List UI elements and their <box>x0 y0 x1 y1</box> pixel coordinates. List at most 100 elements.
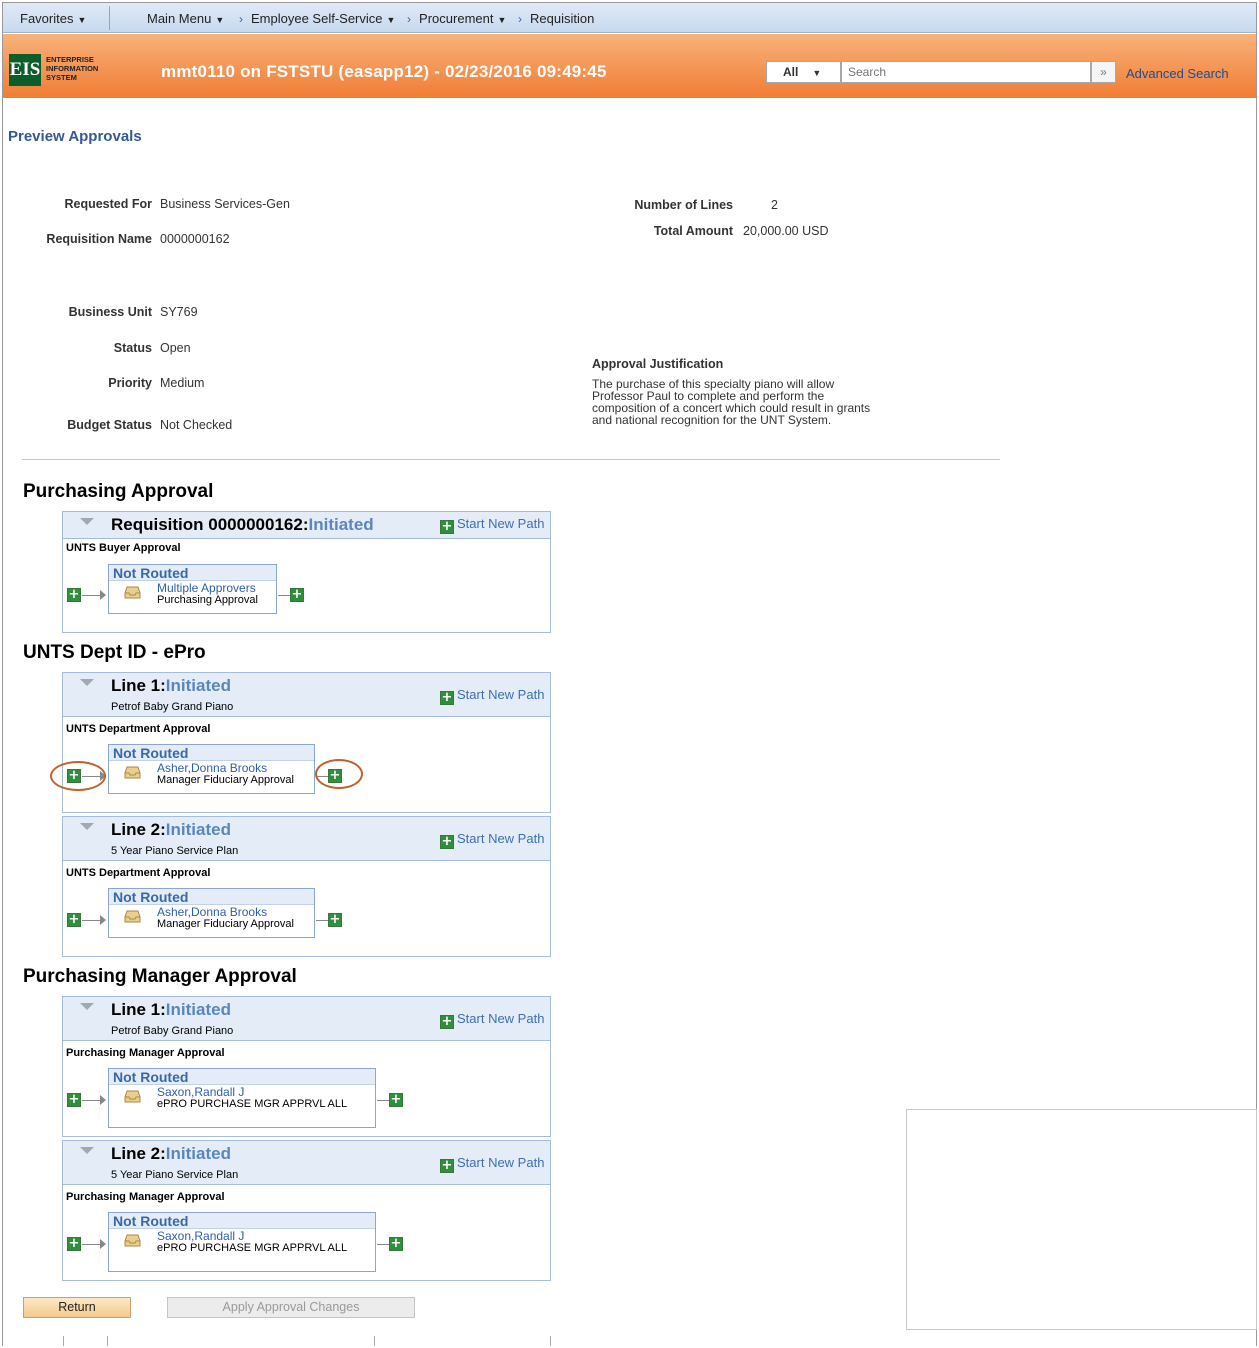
insert-after-plus-icon[interactable]: + <box>328 913 342 927</box>
collapse-triangle-icon[interactable] <box>80 518 94 525</box>
plus-icon: + <box>440 690 454 705</box>
insert-before-plus-icon[interactable]: + <box>67 913 81 927</box>
chevron-down-icon: ▼ <box>386 15 396 25</box>
plus-icon: + <box>440 519 454 534</box>
approval-box-title: Line 2:Initiated <box>111 1144 231 1163</box>
insert-after-plus-icon[interactable]: + <box>290 588 304 602</box>
line-description: Petrof Baby Grand Piano <box>111 1025 234 1037</box>
total-amount-label: Total Amount <box>653 224 733 238</box>
plus-icon: + <box>440 834 454 849</box>
number-of-lines-value: 2 <box>771 198 778 212</box>
approver-name-link[interactable]: Asher,Donna Brooks <box>157 905 267 919</box>
section-title-purchasing-manager-approval: Purchasing Manager Approval <box>23 966 297 987</box>
collapse-triangle-icon[interactable] <box>80 679 94 686</box>
arrow-head-icon <box>100 590 106 600</box>
approver-node: Not Routed Multiple Approvers Purchasing… <box>108 564 277 614</box>
chevron-right-icon: › <box>239 12 243 26</box>
page-title: Preview Approvals <box>8 128 142 145</box>
approval-box-header: Line 1:Initiated Petrof Baby Grand Piano… <box>63 997 550 1041</box>
insert-before-plus-icon[interactable]: + <box>67 1093 81 1107</box>
approval-box-title: Line 1:Initiated <box>111 1000 231 1019</box>
approval-box-title: Line 1:Initiated <box>111 676 231 695</box>
arrow-head-icon <box>100 1239 106 1249</box>
section-title-unts-dept-id: UNTS Dept ID - ePro <box>23 642 206 663</box>
breadcrumb-employee-self-service[interactable]: Employee Self-Service ▼ <box>251 11 395 26</box>
approver-role: Purchasing Approval <box>157 594 258 606</box>
divider-tick <box>374 1336 375 1346</box>
node-status: Not Routed <box>109 1213 375 1229</box>
breadcrumb: › Employee Self-Service ▼ › Procurement ▼ › R… <box>231 11 594 26</box>
budget-status-value: Not Checked <box>160 418 233 432</box>
approval-justification-label: Approval Justification <box>592 357 724 371</box>
breadcrumb-procurement[interactable]: Procurement ▼ <box>419 11 506 26</box>
approver-name-link[interactable]: Saxon,Randall J <box>157 1229 244 1243</box>
flow-line <box>278 595 290 596</box>
step-label: UNTS Department Approval <box>66 867 211 879</box>
start-new-path-link[interactable]: + Start New Path <box>440 1011 544 1029</box>
collapse-triangle-icon[interactable] <box>80 1003 94 1010</box>
start-new-path-link[interactable]: + Start New Path <box>440 1155 544 1173</box>
start-new-path-link[interactable]: + Start New Path <box>440 831 544 849</box>
insert-before-plus-icon[interactable]: + <box>67 588 81 602</box>
search-go-button[interactable]: » <box>1091 61 1116 83</box>
start-new-path-link[interactable]: + Start New Path <box>440 687 544 705</box>
collapse-triangle-icon[interactable] <box>80 823 94 830</box>
chevron-down-icon: ▼ <box>77 15 87 25</box>
arrow-head-icon <box>100 915 106 925</box>
requisition-name-value: 0000000162 <box>160 232 230 246</box>
approver-role: Manager Fiduciary Approval <box>157 774 294 786</box>
chevron-down-icon: ▼ <box>215 15 225 25</box>
number-of-lines-label: Number of Lines <box>634 198 733 212</box>
approver-name-link[interactable]: Multiple Approvers <box>157 581 256 595</box>
approver-node: Not Routed Saxon,Randall J ePRO PURCHASE… <box>108 1068 376 1128</box>
plus-icon: + <box>440 1158 454 1173</box>
step-label: UNTS Buyer Approval <box>66 542 181 554</box>
insert-before-plus-icon[interactable]: + <box>67 1237 81 1251</box>
approver-role: Manager Fiduciary Approval <box>157 918 294 930</box>
eis-logo: EIS <box>9 54 41 86</box>
approver-name-link[interactable]: Saxon,Randall J <box>157 1085 244 1099</box>
divider-tick <box>550 1336 551 1346</box>
status-label: Status <box>113 341 152 355</box>
highlight-circle <box>315 759 363 789</box>
approver-role: ePRO PURCHASE MGR APPRVL ALL <box>157 1098 348 1110</box>
approval-box-header: Requisition 0000000162:Initiated + Start … <box>63 512 550 539</box>
highlight-circle <box>50 761 106 791</box>
divider-tick <box>107 1336 108 1346</box>
status-value: Open <box>160 341 191 355</box>
approver-role: ePRO PURCHASE MGR APPRVL ALL <box>157 1242 348 1254</box>
return-button[interactable]: Return <box>23 1297 131 1318</box>
line-description: Petrof Baby Grand Piano <box>111 701 234 713</box>
chevron-down-icon: ▼ <box>497 15 507 25</box>
favorites-menu[interactable]: Favorites ▼ <box>20 11 86 26</box>
collapse-triangle-icon[interactable] <box>80 1147 94 1154</box>
logo-text: ENTERPRISE INFORMATION SYSTEM <box>46 55 99 82</box>
insert-after-plus-icon[interactable]: + <box>389 1093 403 1107</box>
approver-name-link[interactable]: Asher,Donna Brooks <box>157 761 267 775</box>
budget-status-label: Budget Status <box>67 418 152 432</box>
approval-box-line-2: Line 2:Initiated 5 Year Piano Service Pl… <box>62 816 551 957</box>
flow-line <box>377 1100 389 1101</box>
app-header: EIS ENTERPRISE INFORMATION SYSTEM mmt0110 … <box>3 34 1256 98</box>
apply-approval-changes-button[interactable]: Apply Approval Changes <box>167 1297 415 1318</box>
flow-arrow <box>82 1100 101 1101</box>
search-input[interactable] <box>841 61 1091 83</box>
node-status: Not Routed <box>109 1069 375 1085</box>
insert-after-plus-icon[interactable]: + <box>389 1237 403 1251</box>
approval-box-line-1: Line 1:Initiated Petrof Baby Grand Piano… <box>62 672 551 813</box>
node-status: Not Routed <box>109 889 314 905</box>
breadcrumb-requisition[interactable]: Requisition <box>530 11 594 26</box>
search-scope-select[interactable]: All ▼ <box>766 61 841 83</box>
approver-inbox-icon <box>124 1090 141 1103</box>
flow-arrow <box>82 595 101 596</box>
approver-node: Not Routed Asher,Donna Brooks Manager Fi… <box>108 888 315 938</box>
step-label: Purchasing Manager Approval <box>66 1191 225 1203</box>
chevron-down-icon: ▼ <box>812 68 822 78</box>
plus-icon: + <box>440 1014 454 1029</box>
node-status: Not Routed <box>109 565 276 581</box>
approval-box-line-1: Line 1:Initiated Petrof Baby Grand Piano… <box>62 996 551 1137</box>
main-menu[interactable]: Main Menu ▼ <box>147 11 224 26</box>
advanced-search-link[interactable]: Advanced Search <box>1126 66 1229 81</box>
start-new-path-link[interactable]: + Start New Path <box>440 516 544 534</box>
approval-box-header: Line 2:Initiated 5 Year Piano Service Pl… <box>63 1141 550 1185</box>
